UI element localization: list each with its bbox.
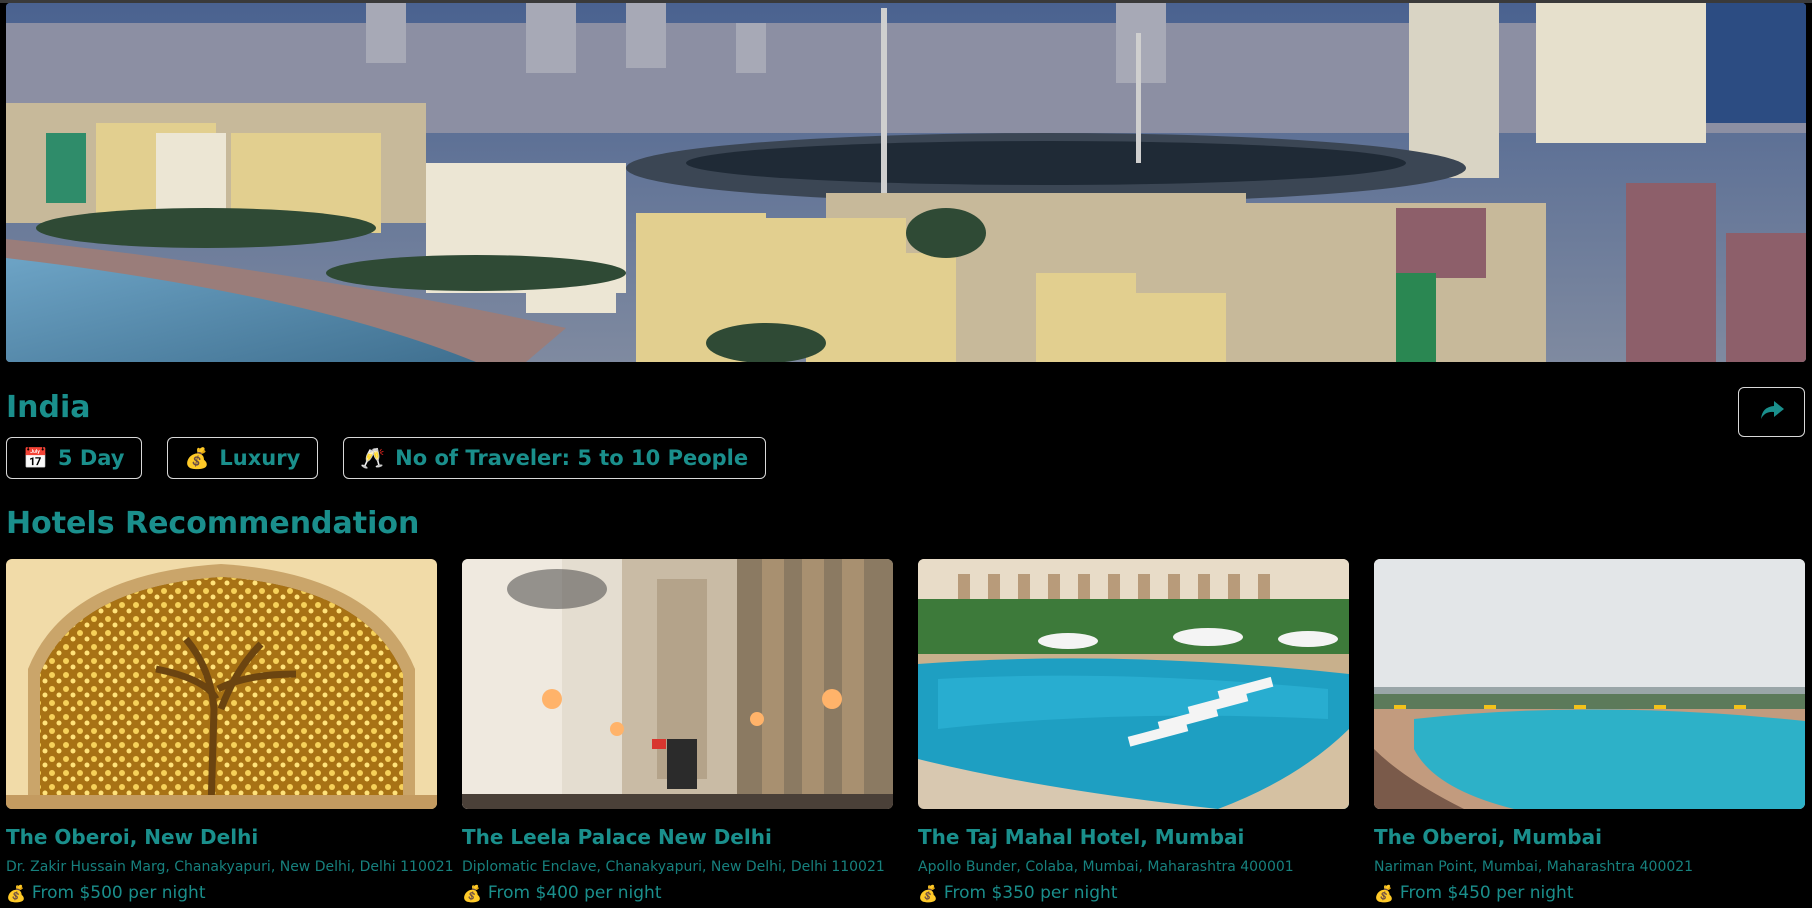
hotel-address: Apollo Bunder, Colaba, Mumbai, Maharasht… xyxy=(918,859,1294,875)
calendar-icon: 📅 xyxy=(23,446,48,470)
hotel-card[interactable]: The Leela Palace New Delhi Diplomatic En… xyxy=(462,559,893,903)
hotel-price: 💰 From $450 per night xyxy=(1374,883,1805,903)
travelers-chip: 🥂 No of Traveler: 5 to 10 People xyxy=(343,437,767,479)
hotel-name: The Leela Palace New Delhi xyxy=(462,825,772,849)
hotel-image xyxy=(462,559,893,809)
hotel-cards-list: The Oberoi, New Delhi Dr. Zakir Hussain … xyxy=(6,559,1805,903)
hotel-price-label: From $400 per night xyxy=(487,883,662,903)
hotel-name: The Oberoi, Mumbai xyxy=(1374,825,1602,849)
money-bag-icon: 💰 xyxy=(184,446,210,470)
budget-label: Luxury xyxy=(219,446,301,470)
destination-title: India xyxy=(6,390,91,425)
hotel-card[interactable]: The Oberoi, New Delhi Dr. Zakir Hussain … xyxy=(6,559,454,903)
share-button[interactable] xyxy=(1738,387,1805,437)
hotel-price: 💰 From $500 per night xyxy=(6,883,437,903)
hotel-price: 💰 From $350 per night xyxy=(918,883,1349,903)
hotel-address: Dr. Zakir Hussain Marg, Chanakyapuri, Ne… xyxy=(6,859,454,875)
hotel-price-label: From $350 per night xyxy=(943,883,1118,903)
hotel-address: Diplomatic Enclave, Chanakyapuri, New De… xyxy=(462,859,885,875)
hotel-price: 💰 From $400 per night xyxy=(462,883,893,903)
hotel-card[interactable]: The Oberoi, Mumbai Nariman Point, Mumbai… xyxy=(1374,559,1805,903)
hotel-image xyxy=(6,559,437,809)
hotel-image xyxy=(918,559,1349,809)
money-bag-icon: 💰 xyxy=(1374,883,1394,903)
champagne-icon: 🥂 xyxy=(360,446,386,470)
duration-label: 5 Day xyxy=(57,446,125,470)
hotel-price-label: From $450 per night xyxy=(1399,883,1574,903)
hotel-name: The Oberoi, New Delhi xyxy=(6,825,259,849)
hotel-price-label: From $500 per night xyxy=(31,883,206,903)
money-bag-icon: 💰 xyxy=(462,883,482,903)
budget-chip: 💰 Luxury xyxy=(167,437,319,479)
hotels-section-title: Hotels Recommendation xyxy=(6,506,420,541)
travelers-label: No of Traveler: 5 to 10 People xyxy=(395,446,749,470)
money-bag-icon: 💰 xyxy=(918,883,938,903)
hotel-card[interactable]: The Taj Mahal Hotel, Mumbai Apollo Bunde… xyxy=(918,559,1349,903)
hotel-image xyxy=(1374,559,1805,809)
destination-hero-image xyxy=(6,3,1806,362)
trip-info-chips: 📅 5 Day 💰 Luxury 🥂 No of Traveler: 5 to … xyxy=(6,437,767,479)
duration-chip: 📅 5 Day xyxy=(6,437,143,479)
share-arrow-icon xyxy=(1759,399,1785,425)
money-bag-icon: 💰 xyxy=(6,883,26,903)
hotel-name: The Taj Mahal Hotel, Mumbai xyxy=(918,825,1245,849)
hotel-address: Nariman Point, Mumbai, Maharashtra 40002… xyxy=(1374,859,1694,875)
